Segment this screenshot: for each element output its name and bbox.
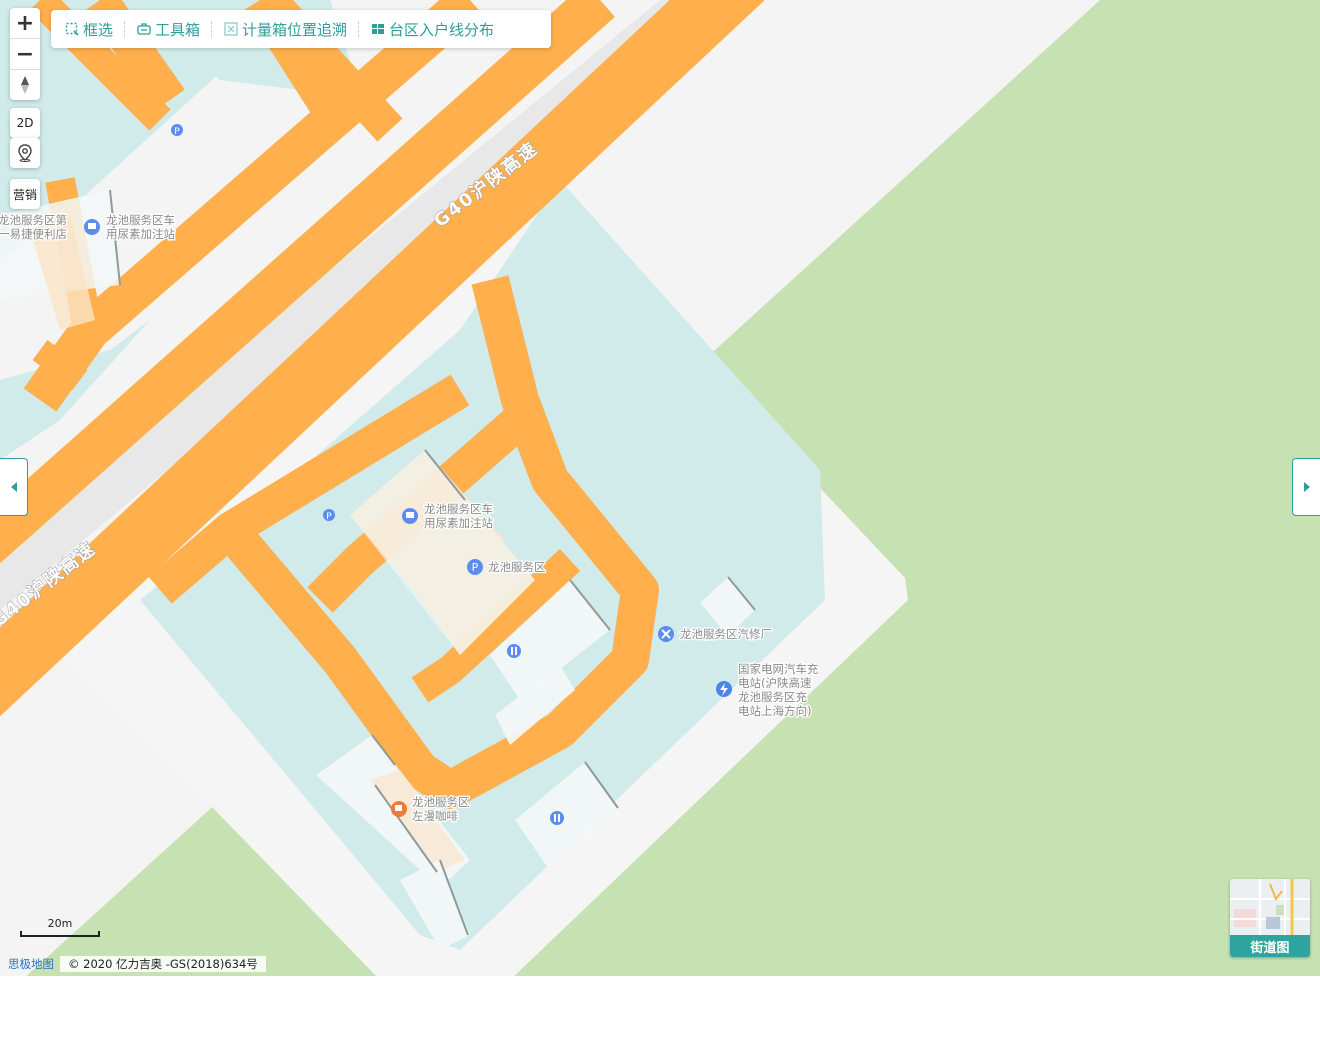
map-brand-link[interactable]: 思极地图 (8, 956, 54, 972)
cafe-icon[interactable] (391, 801, 407, 817)
toolbar-divider (358, 21, 360, 37)
toolbox-icon (137, 22, 151, 36)
zoom-out-button[interactable]: − (10, 39, 40, 70)
right-panel-toggle[interactable] (1292, 458, 1320, 516)
box-select-button[interactable]: 框选 (57, 19, 121, 40)
household-line-label: 台区入户线分布 (389, 20, 495, 39)
poi-label-charging-station: 国家电网汽车充 电站(沪陕高速 龙池服务区充 电站上海方向) (738, 662, 822, 718)
restroom-icon[interactable] (550, 811, 564, 825)
toolbox-label: 工具箱 (155, 20, 201, 39)
marketing-button[interactable]: 营销 (10, 179, 40, 209)
box-select-icon (65, 22, 79, 36)
street-map-thumbnail (1230, 879, 1310, 935)
toolbar-divider (211, 21, 213, 37)
location-pin-icon (18, 144, 32, 162)
gas-station-icon[interactable] (84, 219, 100, 235)
svg-text:P: P (472, 561, 479, 574)
street-map-label: 街道图 (1230, 935, 1310, 957)
restroom-icon[interactable] (507, 644, 521, 658)
map-base-layer[interactable]: G40沪陕高速 G40沪陕高速 P P P 龙池服务区第一易捷便利店 龙池服务区… (0, 0, 1320, 976)
repair-shop-icon[interactable] (658, 626, 674, 642)
poi-label-repair-shop: 龙池服务区汽修厂 (680, 627, 772, 641)
map-canvas[interactable]: G40沪陕高速 G40沪陕高速 P P P 龙池服务区第一易捷便利店 龙池服务区… (0, 0, 1320, 976)
scale-label: 20m (47, 917, 73, 930)
household-line-button[interactable]: 台区入户线分布 (363, 19, 502, 40)
meter-box-icon (224, 22, 238, 36)
charging-station-icon[interactable] (716, 681, 732, 697)
svg-text:P: P (174, 127, 180, 137)
caret-left-icon (10, 482, 17, 492)
meter-box-trace-button[interactable]: 计量箱位置追溯 (216, 19, 355, 40)
grid-layout-icon (371, 22, 385, 36)
caret-right-icon (1303, 482, 1310, 492)
left-panel-toggle[interactable] (0, 458, 28, 516)
poi-label-urea-upper: 龙池服务区车用尿素加注站 (106, 213, 175, 241)
compass-button[interactable] (10, 70, 40, 100)
street-map-layer-switch[interactable]: 街道图 (1230, 879, 1310, 957)
service-area-parking-icon[interactable]: P (467, 559, 483, 575)
copyright-text: © 2020 亿力吉奥 -GS(2018)634号 (60, 956, 266, 972)
gas-station-icon[interactable] (402, 508, 418, 524)
scale-bar: 20m (20, 917, 100, 937)
attribution: 思极地图 © 2020 亿力吉奥 -GS(2018)634号 (8, 956, 266, 972)
map-toolbar: 框选 工具箱 计量箱位置追溯 台区入户线分布 (51, 10, 551, 48)
compass-icon (21, 76, 29, 94)
poi-label-service-area: 龙池服务区 (488, 560, 546, 574)
box-select-label: 框选 (83, 20, 114, 39)
poi-label-urea-lower: 龙池服务区车用尿素加注站 (424, 502, 493, 530)
zoom-control: + − (10, 8, 40, 100)
location-button[interactable] (10, 138, 40, 168)
toolbox-button[interactable]: 工具箱 (129, 19, 208, 40)
toolbar-divider (124, 21, 126, 37)
svg-text:P: P (326, 512, 332, 522)
scale-bar-line (20, 931, 100, 937)
meter-box-trace-label: 计量箱位置追溯 (242, 20, 348, 39)
zoom-in-button[interactable]: + (10, 8, 40, 39)
poi-label-store: 龙池服务区第一易捷便利店 (0, 213, 67, 241)
view-2d-button[interactable]: 2D (10, 108, 40, 138)
